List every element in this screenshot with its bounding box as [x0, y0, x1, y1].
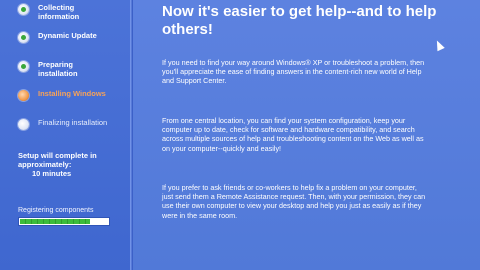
step-label: Installing Windows [38, 89, 106, 98]
step-label: Dynamic Update [38, 31, 97, 40]
mouse-cursor-icon [433, 38, 445, 52]
time-remaining: Setup will complete in approximately: 10… [18, 151, 118, 178]
step-dynamic-update: Dynamic Update [18, 31, 108, 43]
billboard-paragraph: If you prefer to ask friends or co-worke… [162, 183, 426, 220]
time-remaining-value: 10 minutes [32, 169, 72, 178]
step-preparing-installation: Preparing installation [18, 60, 108, 78]
step-complete-icon [18, 4, 29, 15]
progress-bar [18, 217, 110, 226]
step-complete-icon [18, 61, 29, 72]
progress-bar-fill [20, 219, 91, 224]
step-label: Preparing installation [38, 60, 78, 78]
billboard-panel: Now it's easier to get help--and to help… [133, 0, 480, 270]
step-finalizing-installation: Finalizing installation [18, 118, 108, 130]
step-installing-windows: Installing Windows [18, 89, 108, 101]
billboard-headline: Now it's easier to get help--and to help… [162, 3, 437, 38]
step-label: Finalizing installation [38, 118, 108, 127]
step-pending-icon [18, 119, 29, 130]
step-label: Collecting information [38, 3, 80, 21]
time-remaining-prefix: Setup will complete in approximately: [18, 151, 97, 169]
status-label: Registering components [18, 207, 94, 214]
billboard-paragraph: If you need to find your way around Wind… [162, 58, 425, 86]
step-complete-icon [18, 32, 29, 43]
step-collecting-information: Collecting information [18, 3, 108, 21]
setup-steps-sidebar: Collecting information Dynamic Update Pr… [0, 0, 130, 270]
step-active-icon [18, 90, 29, 101]
billboard-paragraph: From one central location, you can find … [162, 116, 424, 153]
